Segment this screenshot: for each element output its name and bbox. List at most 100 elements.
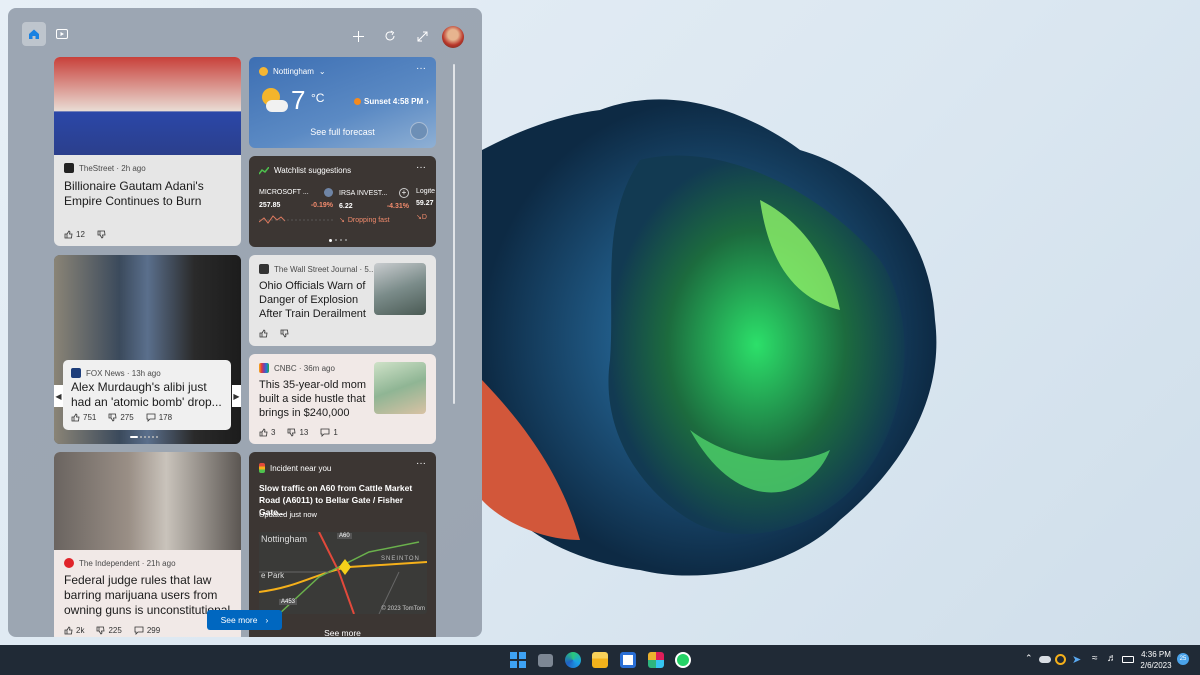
carousel-prev-button[interactable]: ◀	[54, 385, 63, 407]
file-explorer-icon[interactable]	[592, 652, 608, 668]
stock-name: MICROSOFT ...	[259, 189, 309, 196]
stock-name: Logite	[416, 188, 436, 195]
sync-icon[interactable]	[1055, 654, 1066, 665]
home-icon	[29, 29, 39, 39]
thumbs-down-icon	[280, 329, 289, 338]
news-headline[interactable]: Billionaire Gautam Adani's Empire Contin…	[64, 179, 234, 209]
plus-icon	[352, 30, 364, 42]
weather-unit: °C	[311, 91, 325, 105]
carousel-next-button[interactable]: ▶	[232, 385, 241, 407]
stock-item[interactable]: Logite 59.27 ↘D	[416, 188, 436, 221]
slack-icon[interactable]	[648, 652, 664, 668]
thumbs-up-icon	[64, 230, 73, 239]
like-button[interactable]: 3	[259, 428, 275, 437]
comment-button[interactable]: 1	[320, 428, 338, 437]
dislike-button[interactable]	[280, 329, 289, 338]
taskbar: ⌃ ➤ ≈ ♬ 4:36 PM 2/6/2023 25	[0, 645, 1200, 675]
weather-widget[interactable]: Nottingham ⌄ ··· 7 °C Sunset 4:58 PM › S…	[249, 57, 436, 148]
start-button[interactable]	[510, 652, 526, 668]
edge-icon[interactable]	[565, 652, 581, 668]
stocks-icon	[259, 166, 269, 174]
news-thumbnail	[374, 263, 426, 315]
incident-updated: Updated just now	[259, 510, 317, 519]
map-copyright: © 2023 TomTom	[381, 606, 425, 612]
chevron-up-icon[interactable]: ⌃	[1025, 653, 1033, 664]
independent-logo-icon	[64, 558, 74, 568]
news-headline[interactable]: This 35-year-old mom built a side hustle…	[259, 378, 367, 420]
like-button[interactable]: 12	[64, 230, 85, 239]
news-card-ohio[interactable]: The Wall Street Journal · 5... Ohio Offi…	[249, 255, 436, 346]
like-count: 2k	[76, 626, 85, 635]
sun-cloud-icon	[260, 88, 288, 114]
watchlist-widget[interactable]: Watchlist suggestions ··· MICROSOFT ... …	[249, 156, 436, 247]
home-tab[interactable]	[22, 22, 46, 46]
task-view-icon[interactable]	[538, 654, 553, 667]
expand-button[interactable]	[412, 26, 432, 46]
avatar[interactable]	[442, 26, 464, 48]
chevron-right-icon: ›	[265, 615, 269, 625]
news-card-murdaugh[interactable]: ◀ ▶ FOX News · 13h ago Alex Murdaugh's a…	[54, 255, 241, 444]
stock-item[interactable]: IRSA INVEST... + 6.22 -4.31% ↘ Dropping fas…	[339, 188, 409, 224]
clock-date: 2/6/2023	[1140, 661, 1172, 670]
road-badge: A453	[279, 599, 298, 605]
refresh-icon	[385, 30, 395, 41]
dislike-button[interactable]: 225	[96, 626, 122, 635]
more-options-button[interactable]: ···	[416, 458, 426, 469]
stock-note: Dropping fast	[347, 216, 390, 224]
wifi-icon[interactable]: ≈	[1092, 653, 1098, 664]
thestreet-logo-icon	[64, 163, 74, 173]
refresh-button[interactable]	[380, 26, 400, 46]
add-widget-button[interactable]	[348, 26, 368, 46]
thumbs-down-icon	[97, 230, 106, 239]
news-card-cnbc[interactable]: CNBC · 36m ago This 35-year-old mom buil…	[249, 354, 436, 444]
notification-badge[interactable]: 25	[1177, 653, 1189, 665]
more-options-button[interactable]: ···	[416, 162, 426, 173]
dislike-button[interactable]	[97, 230, 106, 239]
whatsapp-icon[interactable]	[675, 652, 691, 668]
news-headline[interactable]: Alex Murdaugh's alibi just had an 'atomi…	[71, 380, 227, 410]
comment-icon	[134, 626, 144, 635]
like-button[interactable]: 751	[71, 413, 96, 422]
news-headline[interactable]: Ohio Officials Warn of Danger of Explosi…	[259, 279, 367, 321]
dislike-button[interactable]: 275	[108, 413, 134, 422]
map-area-label: SNEINTON	[381, 556, 420, 562]
dislike-button[interactable]: 13	[287, 428, 308, 437]
news-overlay-card[interactable]: FOX News · 13h ago Alex Murdaugh's alibi…	[63, 360, 231, 430]
traffic-icon	[259, 463, 265, 473]
volume-icon[interactable]: ♬	[1107, 653, 1117, 664]
weather-small-icon	[259, 67, 268, 76]
weather-location[interactable]: Nottingham	[273, 67, 314, 76]
road-badge: A60	[337, 533, 352, 539]
news-card-adani[interactable]: TheStreet · 2h ago Billionaire Gautam Ad…	[54, 57, 241, 246]
chevron-right-icon[interactable]: ›	[426, 97, 429, 106]
comment-button[interactable]: 299	[134, 626, 160, 635]
news-source: FOX News · 13h ago	[86, 368, 161, 378]
sunset-icon	[354, 98, 361, 105]
wsj-logo-icon	[259, 264, 269, 274]
carousel-dots	[130, 436, 158, 438]
cursor-icon: ➤	[1072, 654, 1082, 666]
like-button[interactable]	[259, 329, 268, 338]
see-more-button[interactable]: See more ›	[207, 610, 282, 630]
thumbs-down-icon	[108, 413, 117, 422]
comment-button[interactable]: 178	[146, 413, 172, 422]
fox-news-logo-icon	[71, 368, 81, 378]
video-tab[interactable]	[52, 22, 72, 46]
weather-temp: 7	[291, 85, 306, 115]
full-forecast-link[interactable]: See full forecast	[249, 127, 436, 137]
chevron-down-icon[interactable]: ⌄	[319, 67, 326, 76]
weather-map-button[interactable]	[410, 122, 428, 140]
clock-time: 4:36 PM	[1141, 650, 1171, 659]
comment-count: 299	[146, 626, 161, 635]
add-stock-icon[interactable]: +	[399, 188, 409, 198]
scrollbar[interactable]	[453, 64, 455, 404]
more-options-button[interactable]: ···	[416, 63, 426, 74]
store-icon[interactable]	[620, 652, 636, 668]
battery-icon[interactable]	[1122, 656, 1134, 663]
stock-item[interactable]: MICROSOFT ... 257.85 -0.19%	[258, 188, 333, 228]
traffic-map[interactable]: Nottingham SNEINTON e Park A60 A453 © 20…	[259, 532, 427, 614]
stock-change: -0.19%	[310, 202, 333, 209]
clock[interactable]: 4:36 PM 2/6/2023	[1138, 649, 1174, 671]
like-button[interactable]: 2k	[64, 626, 84, 635]
news-source: CNBC · 36m ago	[274, 363, 335, 373]
